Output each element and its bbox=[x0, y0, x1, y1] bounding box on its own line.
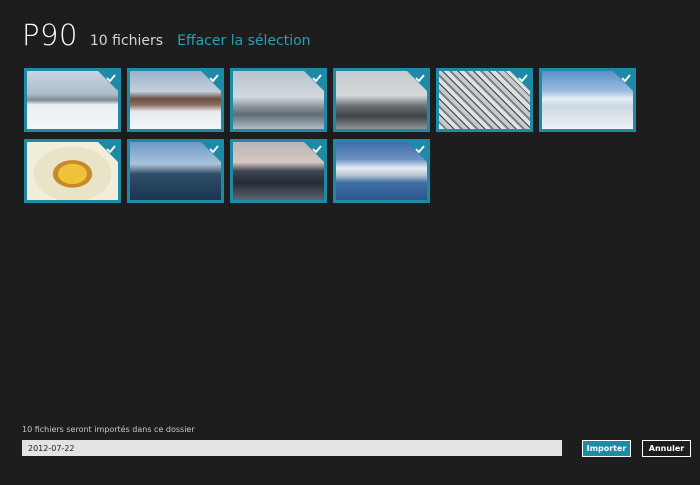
photo-thumbnail[interactable] bbox=[539, 68, 636, 132]
cancel-button[interactable]: Annuler bbox=[642, 440, 691, 457]
clear-selection-link[interactable]: Effacer la sélection bbox=[177, 33, 310, 49]
import-button[interactable]: Importer bbox=[582, 440, 631, 457]
folder-name-input[interactable] bbox=[22, 440, 562, 456]
checkmark-icon bbox=[304, 142, 324, 162]
photo-thumbnail[interactable] bbox=[436, 68, 533, 132]
checkmark-icon bbox=[407, 142, 427, 162]
checkmark-icon bbox=[613, 71, 633, 91]
photo-thumbnail[interactable] bbox=[333, 139, 430, 203]
checkmark-icon bbox=[98, 142, 118, 162]
photo-thumbnail[interactable] bbox=[127, 139, 224, 203]
checkmark-icon bbox=[201, 142, 221, 162]
photo-thumbnail[interactable] bbox=[24, 139, 121, 203]
checkmark-icon bbox=[201, 71, 221, 91]
device-title: P90 bbox=[22, 18, 78, 52]
photo-thumbnail[interactable] bbox=[127, 68, 224, 132]
photo-thumbnail[interactable] bbox=[24, 68, 121, 132]
checkmark-icon bbox=[98, 71, 118, 91]
photo-thumbnail[interactable] bbox=[230, 68, 327, 132]
photo-thumbnail[interactable] bbox=[333, 68, 430, 132]
file-count: 10 fichiers bbox=[89, 33, 164, 49]
thumbnail-grid bbox=[24, 68, 644, 203]
checkmark-icon bbox=[510, 71, 530, 91]
photo-thumbnail[interactable] bbox=[230, 139, 327, 203]
import-destination-label: 10 fichiers seront importés dans ce doss… bbox=[22, 425, 195, 434]
header: P90 10 fichiers Effacer la sélection bbox=[22, 18, 311, 52]
checkmark-icon bbox=[304, 71, 324, 91]
checkmark-icon bbox=[407, 71, 427, 91]
